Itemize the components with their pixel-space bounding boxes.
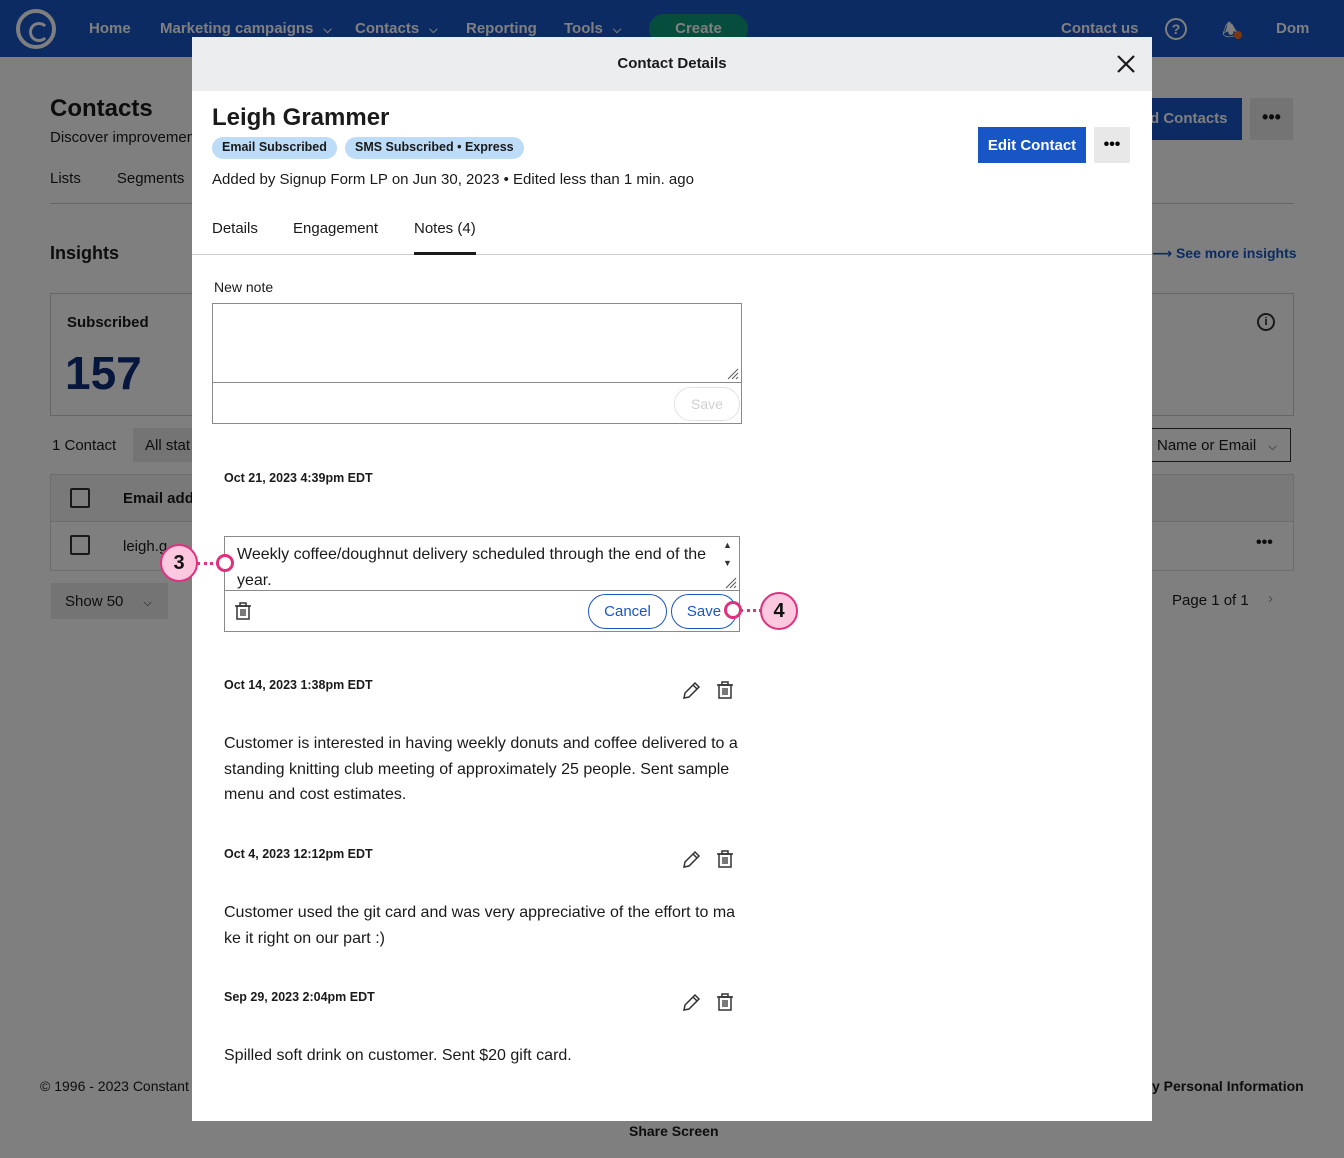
pencil-icon[interactable] (680, 992, 702, 1014)
trash-icon[interactable] (233, 601, 253, 621)
note-text: Customer used the git card and was very … (224, 904, 736, 947)
note-date: Sep 29, 2023 2:04pm EDT (224, 990, 375, 1004)
callout-connector (740, 609, 762, 612)
trash-icon[interactable] (715, 849, 735, 869)
sms-subscribed-badge: SMS Subscribed • Express (345, 137, 524, 159)
contact-name: Leigh Grammer (212, 104, 390, 131)
pencil-icon[interactable] (680, 680, 702, 702)
email-subscribed-badge: Email Subscribed (212, 137, 337, 159)
trash-icon[interactable] (715, 680, 735, 700)
note-date: Oct 4, 2023 12:12pm EDT (224, 847, 373, 861)
trash-icon[interactable] (715, 992, 735, 1012)
added-by-text: Added by Signup Form LP on Jun 30, 2023 … (212, 171, 694, 188)
note-date: Oct 21, 2023 4:39pm EDT (224, 471, 373, 485)
edit-contact-button[interactable]: Edit Contact (978, 127, 1086, 163)
resize-handle-icon[interactable] (727, 368, 739, 380)
new-note-editor: Save (212, 303, 742, 424)
modal-header: Contact Details (192, 37, 1152, 91)
note-edit-form: Weekly coffee/doughnut delivery schedule… (224, 536, 740, 632)
cancel-button[interactable]: Cancel (588, 594, 667, 629)
tab-notes[interactable]: Notes (4) (414, 220, 476, 237)
new-note-save-button[interactable]: Save (674, 387, 740, 421)
new-note-textarea[interactable] (213, 304, 741, 383)
scroll-up-icon[interactable]: ▲ (723, 540, 732, 550)
tab-engagement[interactable]: Engagement (293, 220, 378, 237)
contact-details-modal: Contact Details Leigh Grammer Email Subs… (192, 37, 1152, 1121)
pencil-icon[interactable] (680, 849, 702, 871)
note-text: Customer is interested in having weekly … (224, 735, 738, 803)
tabs-divider (192, 254, 1152, 255)
tab-details[interactable]: Details (212, 220, 258, 237)
new-note-label: New note (214, 279, 274, 295)
scroll-down-icon[interactable]: ▼ (723, 558, 732, 568)
active-tab-indicator (414, 252, 476, 255)
modal-title: Contact Details (617, 55, 727, 72)
callout-step-4: 4 (760, 592, 798, 630)
note-text: Spilled soft drink on customer. Sent $20… (224, 1047, 572, 1064)
callout-target-marker (724, 601, 742, 619)
note-edit-textarea[interactable]: Weekly coffee/doughnut delivery schedule… (225, 537, 739, 591)
callout-step-3: 3 (160, 544, 198, 582)
note-date: Oct 14, 2023 1:38pm EDT (224, 678, 373, 692)
resize-handle-icon[interactable] (725, 577, 737, 589)
close-icon[interactable] (1115, 53, 1137, 75)
callout-target-marker (216, 554, 234, 572)
more-actions-button[interactable]: ••• (1094, 127, 1130, 163)
